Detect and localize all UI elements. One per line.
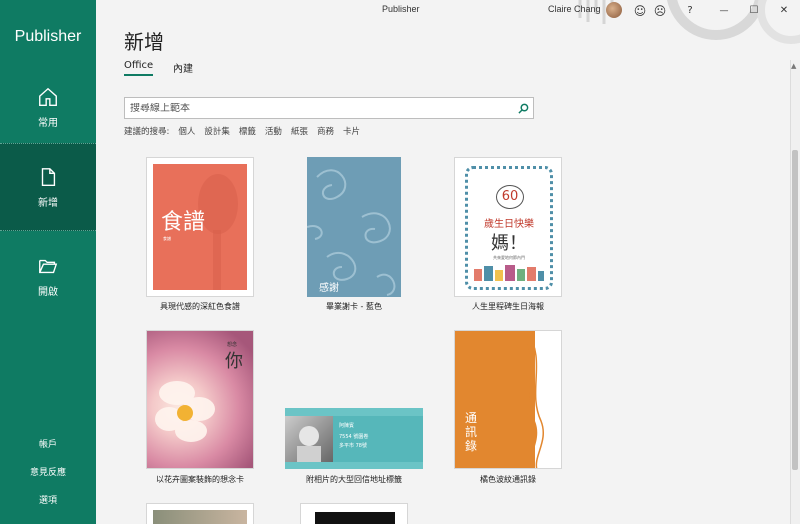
miss-you-text: 你 [225,351,243,372]
sidebar-item-new[interactable]: 新增 [0,143,96,231]
suggested-link-business[interactable]: 商務 [317,125,334,137]
template-next-thumbnail[interactable] [300,503,408,524]
minimize-button[interactable]: — [716,3,732,19]
template-address-label-thumbnail[interactable]: 阿陳賓 7554 號園卷 多平市 78號 [285,408,423,469]
template-recipe-thumbnail[interactable]: 食譜 食譜 [146,157,254,297]
recipe-subtitle-text: 食譜 [163,236,171,241]
next-thumbnail-image [315,512,395,524]
suggested-link-design-sets[interactable]: 設計集 [204,125,230,137]
sidebar-item-label: 新增 [38,197,58,209]
template-caption[interactable]: 具現代感的深紅色食譜 [110,301,290,312]
label-name: 阿陳賓 [339,423,355,429]
frown-icon[interactable]: ☹ [652,3,668,19]
template-caption[interactable]: 畢業謝卡 - 藍色 [264,301,444,312]
avatar[interactable] [606,2,622,18]
tab-builtin[interactable]: 內建 [173,60,193,75]
folder-open-icon [39,259,58,273]
template-caption[interactable]: 橘色波紋通訊錄 [418,474,598,485]
wave-decoration [521,331,544,468]
template-caption[interactable]: 以花卉圖案裝飾的想念卡 [110,474,290,485]
birthday-line2: 媽！ [491,233,527,254]
birthday-number: 60 [496,185,524,209]
next-thumbnail-image [153,510,247,524]
thank-you-text: 感謝 [319,283,339,294]
options-link[interactable]: 選項 [0,493,96,506]
sidebar-item-label: 常用 [38,117,58,129]
sidebar: Publisher 常用 新增 開啟 帳戶 意見反應 選項 [0,0,96,524]
feedback-link[interactable]: 意見反應 [0,465,96,478]
suggested-link-paper[interactable]: 紙張 [291,125,308,137]
document-icon [41,167,56,186]
suggested-link-labels[interactable]: 標籤 [239,125,256,137]
template-thank-you-thumbnail[interactable]: 感謝 [307,157,401,297]
swirl-pattern [307,169,396,296]
label-address1: 7554 號園卷 [339,434,369,440]
label-photo [285,416,333,462]
search-input[interactable] [130,102,513,114]
sidebar-item-label: 開啟 [38,286,58,298]
directory-text: 通訊錄 [465,411,478,453]
template-birthday-poster-thumbnail[interactable]: 60 歲生日快樂 媽！ 共來愛地何節內門 [454,157,562,297]
close-button[interactable]: ✕ [776,3,792,19]
thank-you-cover: 感謝 [307,157,401,297]
recipe-cover: 食譜 食譜 [153,164,247,290]
birthday-frame: 60 歲生日快樂 媽！ 共來愛地何節內門 [465,166,553,290]
account-link[interactable]: 帳戶 [0,437,96,450]
sidebar-item-home[interactable]: 常用 [0,63,96,151]
template-next-thumbnail[interactable] [146,503,254,524]
scrollbar-thumb[interactable] [792,150,798,470]
tab-office[interactable]: Office [124,60,154,76]
search-box [124,97,534,119]
home-icon [39,87,57,106]
birthday-line3: 共來愛地何節內門 [493,255,525,260]
search-icon [517,103,528,114]
recipe-title-text: 食譜 [161,210,206,235]
label-address2: 多平市 78號 [339,443,367,449]
template-directory-thumbnail[interactable]: 通訊錄 [454,330,562,469]
birthday-line1: 歲生日快樂 [484,219,534,230]
maximize-button[interactable]: ☐ [746,3,762,19]
app-brand: Publisher [14,28,82,45]
template-caption[interactable]: 人生里程碑生日海報 [418,301,598,312]
smile-icon[interactable]: ☺ [632,3,648,19]
template-miss-you-thumbnail[interactable]: 想念 你 [146,330,254,469]
suggested-link-events[interactable]: 活動 [265,125,282,137]
help-button[interactable]: ? [682,3,698,19]
page-title: 新增 [124,30,164,54]
title-bar: Publisher Claire Chang ☺ ☹ ? — ☐ ✕ [96,0,800,44]
search-button[interactable] [513,98,533,118]
template-caption[interactable]: 附相片的大型回信地址標籤 [264,474,444,485]
suggested-link-cards[interactable]: 卡片 [343,125,360,137]
suggested-searches: 建議的搜尋: 個人 設計集 標籤 活動 紙張 商務 卡片 [124,125,360,137]
user-name[interactable]: Claire Chang [548,4,601,14]
sidebar-item-open[interactable]: 開啟 [0,232,96,320]
houses-illustration [474,265,544,281]
window-title: Publisher [382,4,420,14]
suggested-label: 建議的搜尋: [124,127,170,137]
scroll-up-arrow[interactable]: ▲ [791,62,796,70]
floral-cover: 想念 你 [147,331,253,468]
suggested-link-personal[interactable]: 個人 [178,125,195,137]
